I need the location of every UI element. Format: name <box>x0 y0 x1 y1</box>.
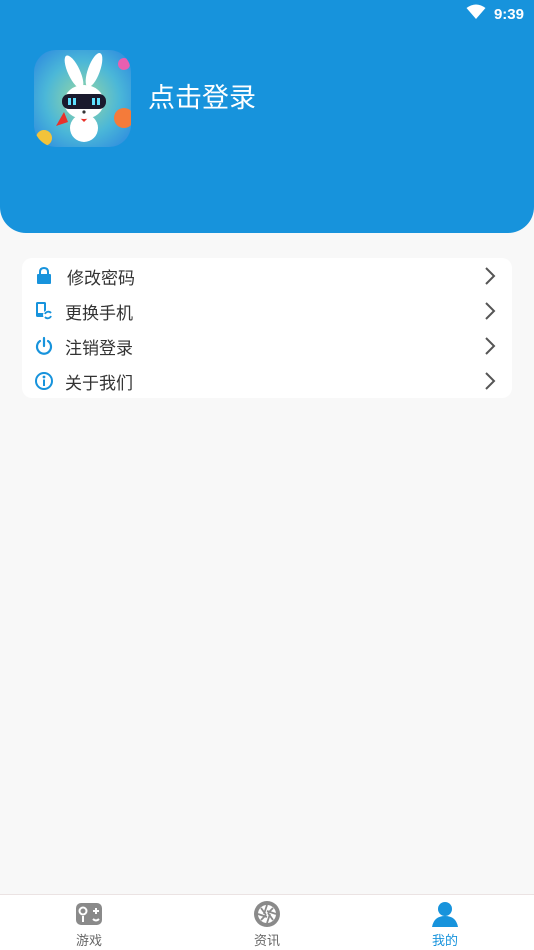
tab-label: 游戏 <box>75 934 102 949</box>
settings-menu: 修改密码 更换手机 注销登录 关于我们 <box>22 258 512 398</box>
status-time: 9:39 <box>493 5 524 23</box>
tab-me[interactable]: 我的 <box>400 895 490 950</box>
gamepad-icon <box>75 900 103 928</box>
menu-item-label: 关于我们 <box>65 374 133 394</box>
profile-header: 9:39 点击登录 <box>0 0 534 233</box>
chevron-right-icon <box>484 371 496 391</box>
rabbit-mascot-icon <box>34 50 131 147</box>
tab-label: 资讯 <box>253 934 280 949</box>
status-bar: 9:39 <box>466 4 524 24</box>
chevron-right-icon <box>484 301 496 321</box>
menu-item-logout[interactable]: 注销登录 <box>22 328 512 363</box>
user-icon <box>431 900 459 928</box>
info-icon <box>34 371 54 391</box>
menu-item-label: 注销登录 <box>65 339 133 359</box>
power-icon <box>34 336 54 356</box>
phone-refresh-icon <box>34 301 54 321</box>
tab-games[interactable]: 游戏 <box>44 895 134 950</box>
lock-icon <box>34 266 54 286</box>
avatar[interactable] <box>34 50 131 147</box>
bottom-tab-bar: 游戏 资讯 我的 <box>0 894 534 950</box>
tab-news[interactable]: 资讯 <box>222 895 312 950</box>
aperture-icon <box>253 900 281 928</box>
menu-item-change-phone[interactable]: 更换手机 <box>22 293 512 328</box>
tab-label: 我的 <box>431 934 458 949</box>
login-prompt[interactable]: 点击登录 <box>148 76 256 115</box>
menu-item-label: 更换手机 <box>65 304 133 324</box>
menu-item-label: 修改密码 <box>67 269 135 289</box>
menu-item-change-password[interactable]: 修改密码 <box>22 258 512 293</box>
chevron-right-icon <box>484 266 496 286</box>
menu-item-about-us[interactable]: 关于我们 <box>22 363 512 398</box>
wifi-icon <box>466 4 486 24</box>
chevron-right-icon <box>484 336 496 356</box>
